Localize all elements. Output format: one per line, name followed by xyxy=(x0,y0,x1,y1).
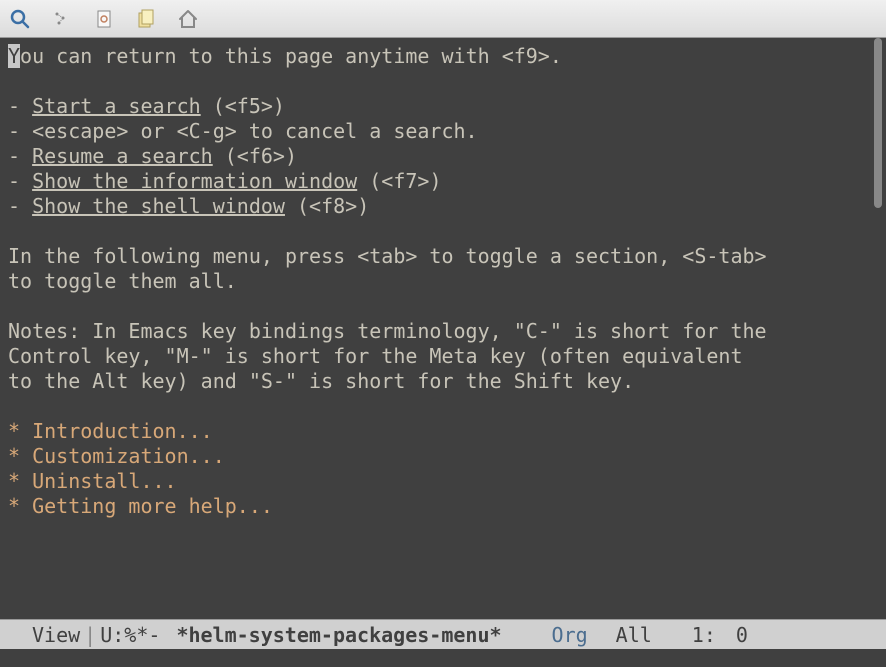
link-info-window[interactable]: Show the information window xyxy=(32,169,357,193)
text-suffix: (<f5>) xyxy=(201,94,285,118)
heading-introduction[interactable]: * Introduction... xyxy=(8,419,213,443)
buffer-content[interactable]: You can return to this page anytime with… xyxy=(0,38,870,619)
heading-customization[interactable]: * Customization... xyxy=(8,444,225,468)
document-icon[interactable] xyxy=(92,7,116,31)
link-shell-window[interactable]: Show the shell window xyxy=(32,194,285,218)
bullet: - xyxy=(8,194,32,218)
modeline-scroll-position: All xyxy=(616,623,652,647)
text-line: to the Alt key) and "S-" is short for th… xyxy=(8,369,634,393)
copy-icon[interactable] xyxy=(134,7,158,31)
link-resume-search[interactable]: Resume a search xyxy=(32,144,213,168)
toolbar xyxy=(0,0,886,38)
heading-getting-help[interactable]: * Getting more help... xyxy=(8,494,273,518)
modeline-column: 0 xyxy=(736,623,748,647)
home-icon[interactable] xyxy=(176,7,200,31)
modeline: View | U:%*- *helm-system-packages-menu*… xyxy=(0,619,886,649)
editor-area: You can return to this page anytime with… xyxy=(0,38,886,619)
modeline-major-mode: Org xyxy=(552,623,588,647)
text-line: - <escape> or <C-g> to cancel a search. xyxy=(8,119,478,143)
bullet: - xyxy=(8,94,32,118)
text-suffix: (<f6>) xyxy=(213,144,297,168)
heading-uninstall[interactable]: * Uninstall... xyxy=(8,469,177,493)
cursor: Y xyxy=(8,44,20,68)
text-suffix: (<f7>) xyxy=(357,169,441,193)
text-line: to toggle them all. xyxy=(8,269,237,293)
link-start-search[interactable]: Start a search xyxy=(32,94,201,118)
minibuffer[interactable] xyxy=(0,649,886,667)
scrollbar[interactable] xyxy=(870,38,886,619)
text-line: ou can return to this page anytime with … xyxy=(20,44,562,68)
scrollbar-thumb[interactable] xyxy=(874,38,882,208)
search-icon[interactable] xyxy=(8,7,32,31)
modeline-view: View xyxy=(32,623,80,647)
modeline-status: U:%*- xyxy=(100,623,160,647)
text-line: In the following menu, press <tab> to to… xyxy=(8,244,767,268)
repeat-icon[interactable] xyxy=(50,7,74,31)
text-line: Notes: In Emacs key bindings terminology… xyxy=(8,319,767,343)
bullet: - xyxy=(8,144,32,168)
text-line: Control key, "M-" is short for the Meta … xyxy=(8,344,743,368)
modeline-separator: | xyxy=(84,623,96,647)
text-suffix: (<f8>) xyxy=(285,194,369,218)
modeline-line: 1: xyxy=(692,623,716,647)
modeline-buffer-name: *helm-system-packages-menu* xyxy=(176,623,501,647)
bullet: - xyxy=(8,169,32,193)
